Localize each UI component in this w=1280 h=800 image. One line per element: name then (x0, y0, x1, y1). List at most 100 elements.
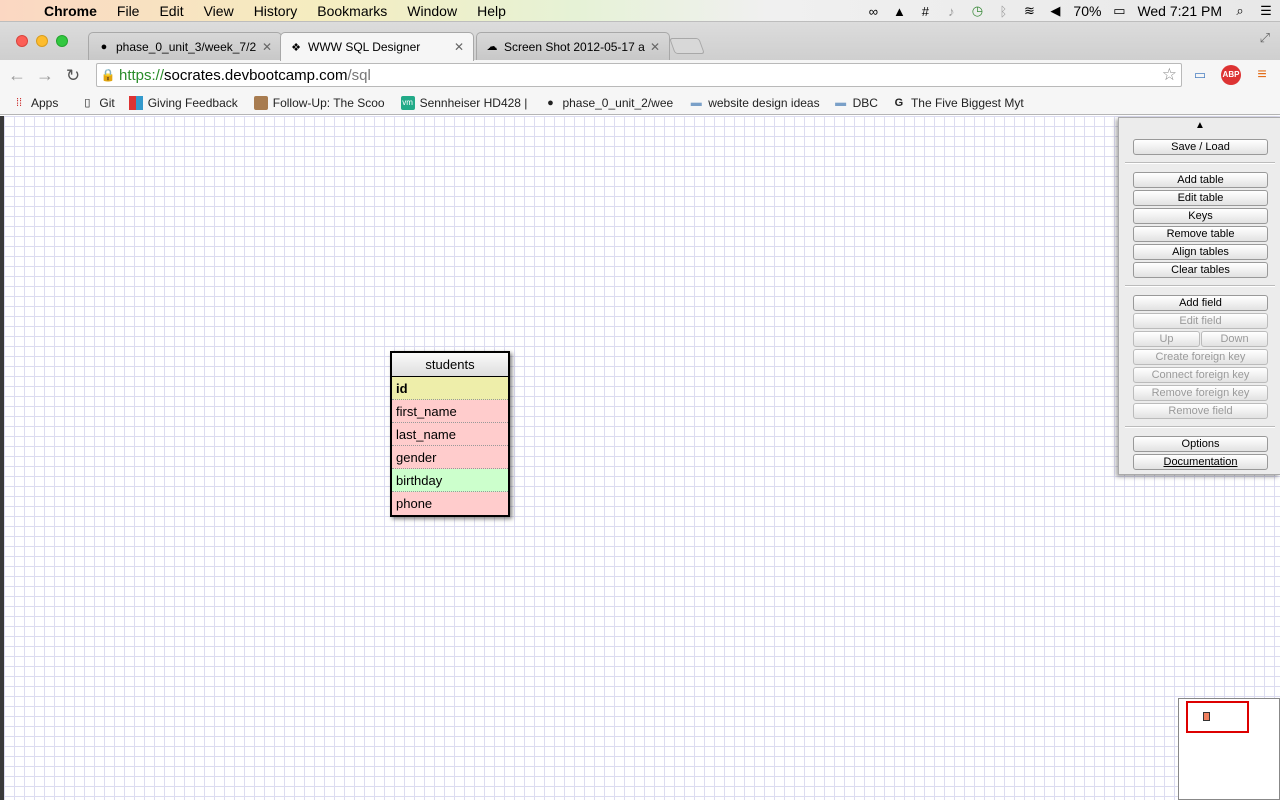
bookmark-phase0-unit2[interactable]: ● phase_0_unit_2/wee (543, 96, 673, 110)
drive-icon[interactable]: ▲ (891, 4, 907, 19)
separator (1125, 285, 1275, 287)
edit-table-button[interactable]: Edit table (1133, 190, 1268, 206)
table-row-last-name[interactable]: last_name (392, 423, 508, 446)
table-row-phone[interactable]: phone (392, 492, 508, 515)
menu-history[interactable]: History (244, 0, 308, 22)
align-tables-button[interactable]: Align tables (1133, 244, 1268, 260)
menu-help[interactable]: Help (467, 0, 516, 22)
zoom-window-button[interactable] (56, 35, 68, 47)
github-icon: ● (547, 96, 554, 109)
save-load-button[interactable]: Save / Load (1133, 139, 1268, 155)
menu-edit[interactable]: Edit (149, 0, 193, 22)
clock[interactable]: Wed 7:21 PM (1137, 3, 1222, 19)
bookmark-website-design-ideas[interactable]: ▬ website design ideas (689, 96, 820, 110)
close-tab-icon[interactable]: ✕ (649, 40, 661, 54)
tab-strip: ● phase_0_unit_3/week_7/2 ✕ ❖ WWW SQL De… (0, 22, 1280, 61)
person-icon (253, 95, 268, 110)
bookmark-star-icon[interactable]: ☆ (1162, 65, 1177, 85)
table-row-gender[interactable]: gender (392, 446, 508, 469)
close-tab-icon[interactable]: ✕ (453, 40, 465, 54)
add-field-button[interactable]: Add field (1133, 295, 1268, 311)
url-scheme: https:// (119, 66, 165, 84)
tab-sql-designer[interactable]: ❖ WWW SQL Designer ✕ (280, 32, 474, 61)
bookmark-follow-up[interactable]: Follow-Up: The Scoo (253, 95, 385, 110)
bookmark-label: Giving Feedback (147, 95, 238, 110)
lock-icon: 🔒 (100, 68, 116, 82)
clear-tables-button[interactable]: Clear tables (1133, 262, 1268, 278)
minimap[interactable] (1178, 698, 1280, 800)
bookmark-apps[interactable]: ⁞⁞ Apps (12, 96, 58, 110)
bluetooth-icon[interactable]: ᛒ (995, 4, 1011, 19)
tab-title: WWW SQL Designer (308, 40, 421, 54)
table-row-id[interactable]: id (392, 377, 508, 400)
time-machine-icon[interactable]: ◷ (969, 3, 985, 19)
remove-foreign-key-button[interactable]: Remove foreign key (1133, 385, 1268, 401)
bookmark-dbc[interactable]: ▬ DBC (834, 96, 878, 110)
bookmark-giving-feedback[interactable]: Giving Feedback (128, 95, 238, 110)
notification-bell-icon[interactable]: ♪ (943, 4, 959, 19)
table-row-birthday[interactable]: birthday (392, 469, 508, 492)
tab-github[interactable]: ● phase_0_unit_3/week_7/2 ✕ (88, 32, 282, 60)
slack-icon[interactable]: # (917, 4, 933, 19)
bookmark-label: The Five Biggest Myt (910, 95, 1024, 110)
cloud-icon: ☁ (486, 41, 498, 53)
folder-icon: ▬ (835, 96, 847, 109)
separator (1125, 426, 1275, 428)
infinity-icon[interactable]: ∞ (865, 4, 881, 19)
github-icon: ● (100, 40, 108, 53)
cast-icon[interactable]: ▭ (1190, 65, 1210, 85)
bookmark-git[interactable]: ▯ Git (80, 96, 114, 110)
edit-field-button[interactable]: Edit field (1133, 313, 1268, 329)
keys-button[interactable]: Keys (1133, 208, 1268, 224)
browser-toolbar: ← → ↻ 🔒 https:// socrates.devbootcamp.co… (0, 60, 1280, 91)
spotlight-search-icon[interactable]: ⌕ (1232, 3, 1248, 19)
minimize-window-button[interactable] (36, 35, 48, 47)
create-foreign-key-button[interactable]: Create foreign key (1133, 349, 1268, 365)
wifi-icon[interactable]: ≋ (1021, 3, 1037, 19)
new-tab-button[interactable] (669, 38, 705, 54)
remove-table-button[interactable]: Remove table (1133, 226, 1268, 242)
tab-title: phase_0_unit_3/week_7/2 (116, 39, 257, 54)
move-field-down-button[interactable]: Down (1201, 331, 1268, 347)
bookmark-sennheiser[interactable]: vm Sennheiser HD428 | (400, 95, 527, 110)
separator (1125, 162, 1275, 164)
minimap-viewport[interactable] (1186, 701, 1249, 733)
menu-file[interactable]: File (107, 0, 150, 22)
tab-title: Screen Shot 2012-05-17 a (504, 39, 645, 54)
menu-view[interactable]: View (194, 0, 244, 22)
add-table-button[interactable]: Add table (1133, 172, 1268, 188)
remove-field-button[interactable]: Remove field (1133, 403, 1268, 419)
table-students[interactable]: students id first_name last_name gender birt… (390, 351, 510, 517)
close-tab-icon[interactable]: ✕ (261, 40, 273, 54)
fullscreen-icon[interactable]: ⤢ (1260, 30, 1270, 46)
connect-foreign-key-button[interactable]: Connect foreign key (1133, 367, 1268, 383)
designer-canvas[interactable] (0, 116, 1280, 800)
table-title[interactable]: students (392, 353, 508, 377)
address-bar[interactable]: 🔒 https:// socrates.devbootcamp.com /sql… (96, 63, 1182, 87)
chrome-menu-icon[interactable]: ≡ (1252, 65, 1272, 85)
move-field-up-button[interactable]: Up (1133, 331, 1200, 347)
back-icon[interactable]: ← (6, 65, 28, 86)
menu-bookmarks[interactable]: Bookmarks (307, 0, 397, 22)
table-row-first-name[interactable]: first_name (392, 400, 508, 423)
close-window-button[interactable] (16, 35, 28, 47)
collapse-controls-toggle[interactable]: ▲ (1119, 120, 1280, 131)
folder-icon: ▬ (690, 96, 702, 109)
options-button[interactable]: Options (1133, 436, 1268, 452)
battery-percent[interactable]: 70% (1073, 3, 1101, 19)
adblock-plus-icon[interactable]: ABP (1221, 65, 1241, 85)
menu-window[interactable]: Window (397, 0, 467, 22)
forward-icon[interactable]: → (34, 65, 56, 86)
menu-app-name[interactable]: Chrome (40, 0, 107, 22)
tab-screenshot[interactable]: ☁ Screen Shot 2012-05-17 a ✕ (476, 32, 670, 60)
reload-icon[interactable]: ↻ (62, 66, 84, 86)
volume-icon[interactable]: ◀ (1047, 3, 1063, 19)
battery-icon[interactable]: ▭ (1111, 3, 1127, 19)
colorful-square-icon (128, 95, 143, 110)
bookmark-label: Git (99, 95, 115, 110)
bookmark-five-biggest-myths[interactable]: G The Five Biggest Myt (892, 96, 1024, 110)
controls-panel: ▲ Save / Load Add table Edit table Keys … (1118, 117, 1280, 475)
documentation-link[interactable]: Documentation (1133, 454, 1268, 470)
url-host: socrates.devbootcamp.com (164, 66, 348, 84)
notification-center-icon[interactable]: ☰ (1258, 3, 1274, 19)
